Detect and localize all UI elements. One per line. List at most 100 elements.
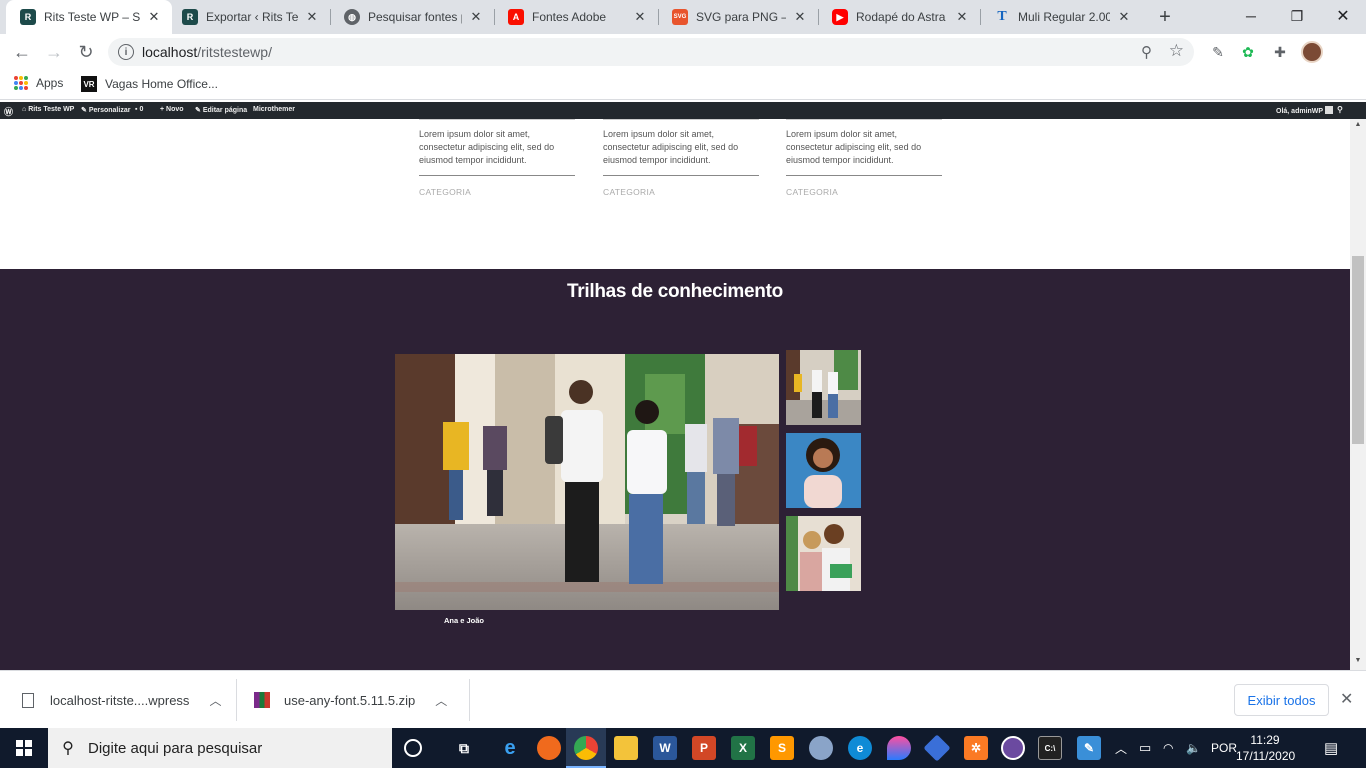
tab-pesquisar-fontes[interactable]: ◍ Pesquisar fontes p ✕	[330, 0, 494, 34]
tab-fontes-adobe[interactable]: A Fontes Adobe ✕	[494, 0, 658, 34]
bookmark-vagas[interactable]: VR Vagas Home Office...	[81, 76, 218, 92]
track-thumbnail-3[interactable]	[786, 516, 861, 591]
url-text[interactable]: localhost/ritstestewp/	[142, 44, 272, 60]
file-icon	[22, 692, 34, 708]
close-window-button[interactable]: ✕	[1320, 0, 1366, 32]
close-icon[interactable]: ✕	[954, 9, 970, 25]
wifi-icon[interactable]: ◠	[1163, 728, 1173, 768]
profile-avatar[interactable]	[1301, 41, 1323, 63]
download-item[interactable]: use-any-font.5.11.5.zip ︿	[254, 671, 447, 729]
taskbar-search[interactable]: ⚲ Digite aqui para pesquisar	[48, 728, 392, 768]
notifications-icon[interactable]: ▤	[1324, 728, 1338, 768]
card-category[interactable]: CATEGORIA	[419, 187, 575, 197]
scroll-up-arrow-icon[interactable]: ▲	[1350, 121, 1366, 128]
post-card[interactable]: Lorem ipsum dolor sit amet, consectetur …	[786, 119, 942, 197]
clock[interactable]: 11:29 17/11/2020	[1236, 732, 1295, 764]
minimize-button[interactable]: ─	[1228, 0, 1274, 32]
chevron-up-icon[interactable]: ︿	[435, 692, 447, 709]
admin-comments-link[interactable]: ▪ 0	[135, 106, 143, 113]
chevron-up-icon[interactable]: ︿	[209, 692, 221, 709]
new-tab-button[interactable]: +	[1153, 5, 1177, 29]
paint-icon[interactable]	[809, 736, 833, 760]
card-category[interactable]: CATEGORIA	[786, 187, 942, 197]
sublime-text-icon[interactable]: S	[770, 736, 794, 760]
admin-customize-link[interactable]: ✎ Personalizar	[81, 106, 130, 114]
bookmark-star-icon[interactable]: ☆	[1169, 41, 1184, 61]
tab-title: Muli Regular 2.000	[1018, 10, 1110, 24]
restore-button[interactable]: ❐	[1274, 0, 1320, 32]
notepad-icon[interactable]: ✎	[1077, 736, 1101, 760]
close-icon[interactable]: ✕	[1116, 9, 1132, 25]
post-card[interactable]: Lorem ipsum dolor sit amet, consectetur …	[419, 119, 575, 197]
extension-eyedropper-icon[interactable]: ✎	[1208, 42, 1228, 62]
chrome-icon[interactable]	[574, 736, 598, 760]
task-view-icon[interactable]: ⧉	[452, 736, 476, 760]
tab-rodape-astra[interactable]: ▶ Rodapé do Astra - ✕	[818, 0, 980, 34]
admin-microthemer-link[interactable]: Microthemer	[253, 106, 295, 113]
reload-button[interactable]: ↻	[72, 38, 100, 66]
terminal-icon[interactable]: C:\	[1038, 736, 1062, 760]
volume-icon[interactable]: 🔈	[1186, 728, 1201, 768]
page-scrollbar[interactable]: ▲ ▼	[1350, 119, 1366, 670]
info-icon[interactable]: i	[118, 44, 134, 60]
close-icon[interactable]: ✕	[304, 9, 320, 25]
download-item[interactable]: localhost-ritste....wpress ︿	[22, 671, 221, 729]
section-title: Trilhas de conhecimento	[567, 281, 783, 302]
search-icon: ⚲	[62, 740, 74, 757]
edge-icon[interactable]: e	[848, 736, 872, 760]
admin-avatar	[1324, 106, 1333, 114]
admin-edit-page-link[interactable]: ✎ Editar página	[195, 106, 247, 114]
firefox-icon[interactable]	[537, 736, 561, 760]
close-icon[interactable]: ✕	[632, 9, 648, 25]
close-download-shelf-icon[interactable]: ✕	[1340, 689, 1353, 709]
back-button[interactable]: ←	[8, 38, 36, 66]
scrollbar-thumb[interactable]	[1352, 256, 1364, 444]
zoom-magnifier-icon[interactable]: ⚲	[1141, 43, 1152, 61]
excel-icon[interactable]: X	[731, 736, 755, 760]
admin-new-link[interactable]: + Novo	[160, 106, 184, 113]
bookmark-apps[interactable]: Apps	[14, 76, 63, 90]
tab-rits-teste-wp[interactable]: R Rits Teste WP – So ✕	[6, 0, 172, 34]
tab-title: Fontes Adobe	[532, 10, 607, 24]
tab-exportar[interactable]: R Exportar ‹ Rits Test ✕	[168, 0, 330, 34]
language-indicator[interactable]: POR	[1211, 728, 1237, 768]
admin-site-link[interactable]: ⌂ Rits Teste WP	[22, 106, 74, 113]
app-circle-icon[interactable]	[1001, 736, 1025, 760]
admin-search-icon[interactable]: ⚲	[1337, 105, 1343, 114]
tab-muli-regular[interactable]: T Muli Regular 2.000 ✕	[980, 0, 1142, 34]
scroll-down-arrow-icon[interactable]: ▼	[1350, 657, 1366, 664]
language-label: POR	[1211, 741, 1238, 755]
extension-green-icon[interactable]: ✿	[1238, 42, 1258, 62]
powerpoint-icon[interactable]: P	[692, 736, 716, 760]
url-host: localhost	[142, 44, 198, 60]
apps-grid-icon	[14, 76, 28, 90]
battery-icon[interactable]: ▭	[1139, 728, 1151, 768]
featured-track-image[interactable]	[395, 354, 779, 610]
tray-chevron-icon[interactable]: ︿	[1115, 728, 1127, 768]
file-explorer-icon[interactable]	[614, 736, 638, 760]
paint-3d-icon[interactable]	[887, 736, 911, 760]
admin-account-link[interactable]: Olá, adminWP	[1276, 106, 1333, 115]
start-button[interactable]	[0, 728, 48, 768]
close-icon[interactable]: ✕	[792, 9, 808, 25]
cortana-icon[interactable]	[404, 739, 422, 757]
track-thumbnail-1[interactable]	[786, 350, 861, 425]
card-excerpt: Lorem ipsum dolor sit amet, consectetur …	[786, 129, 922, 165]
show-all-downloads-button[interactable]: Exibir todos	[1234, 684, 1329, 716]
post-card[interactable]: Lorem ipsum dolor sit amet, consectetur …	[603, 119, 759, 197]
close-icon[interactable]: ✕	[146, 9, 162, 25]
wordpress-logo-icon[interactable]: Ⓦ	[4, 105, 13, 118]
extensions-puzzle-icon[interactable]: ✚	[1270, 42, 1290, 62]
internet-explorer-icon[interactable]: e	[498, 736, 522, 760]
globe-icon: ◍	[344, 9, 360, 25]
word-icon[interactable]: W	[653, 736, 677, 760]
card-category[interactable]: CATEGORIA	[603, 187, 759, 197]
forward-button[interactable]: →	[40, 38, 68, 66]
tab-svg-para-png[interactable]: SVG SVG para PNG – C ✕	[658, 0, 818, 34]
address-bar[interactable]: i localhost/ritstestewp/ ⚲ ☆	[108, 38, 1194, 66]
close-icon[interactable]: ✕	[468, 9, 484, 25]
xampp-icon[interactable]: ✲	[964, 736, 988, 760]
card-excerpt: Lorem ipsum dolor sit amet, consectetur …	[419, 129, 555, 165]
track-thumbnail-2[interactable]	[786, 433, 861, 508]
git-app-icon[interactable]	[923, 734, 951, 762]
